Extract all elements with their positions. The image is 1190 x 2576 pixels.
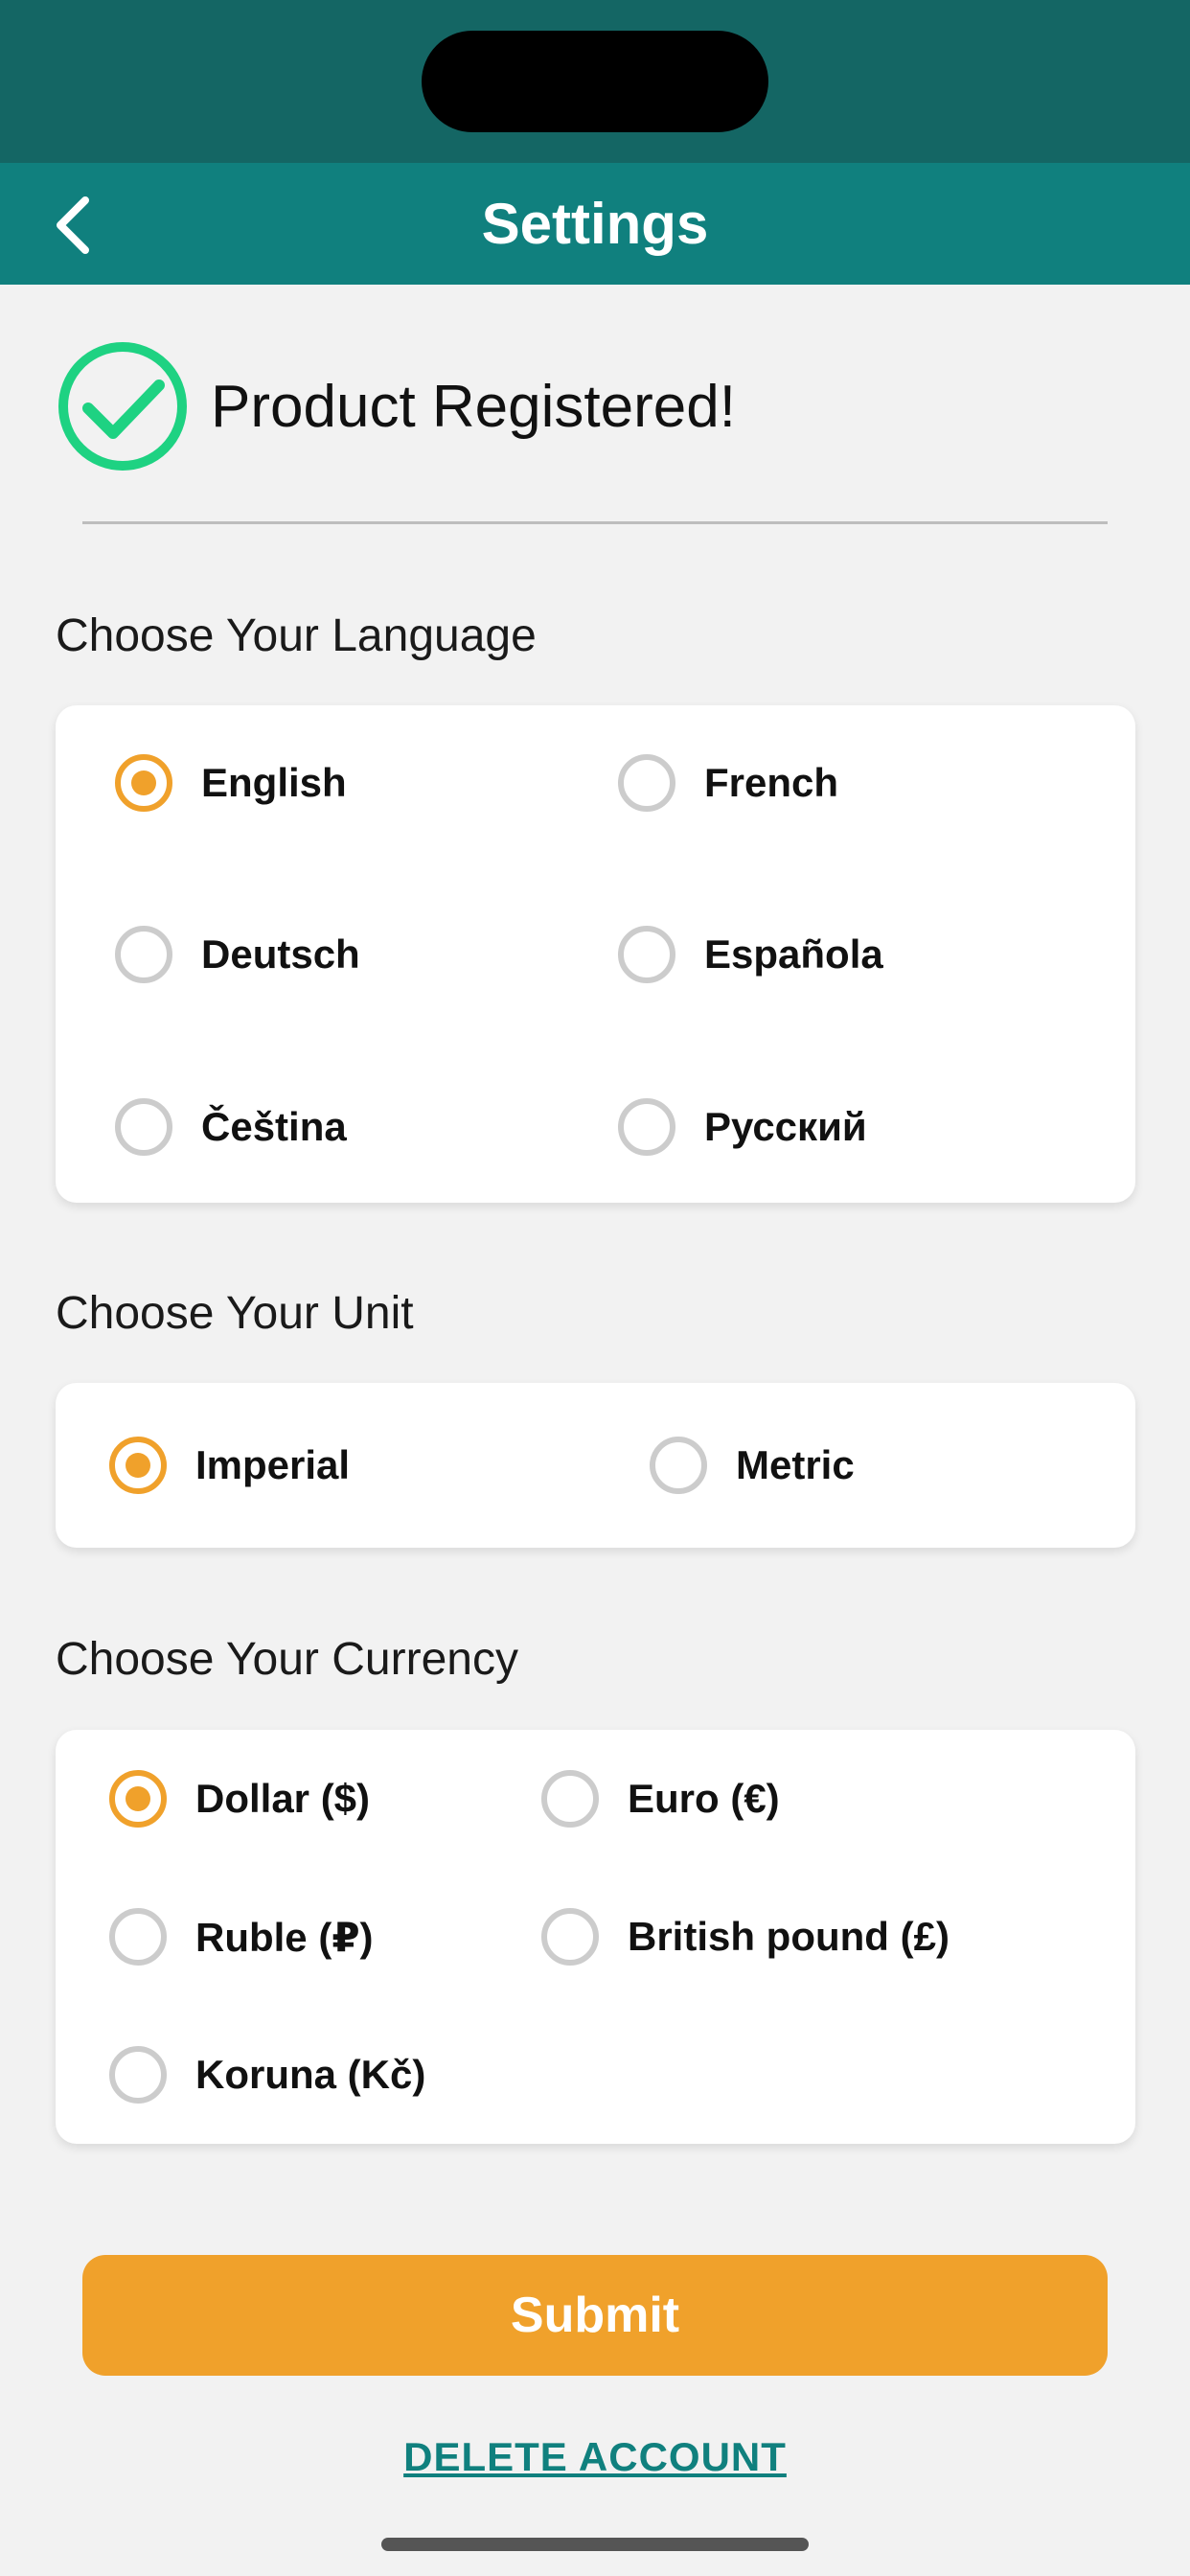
dynamic-island (422, 31, 768, 132)
option-label: Euro (€) (628, 1776, 780, 1821)
currency-option-dollar[interactable]: Dollar ($) (109, 1770, 370, 1828)
submit-button[interactable]: Submit (82, 2255, 1108, 2376)
radio-button[interactable] (115, 926, 172, 983)
registration-status: Product Registered! (56, 339, 736, 473)
option-label: British pound (£) (628, 1914, 950, 1959)
unit-option-imperial[interactable]: Imperial (109, 1437, 350, 1494)
option-label: Dollar ($) (195, 1776, 371, 1821)
radio-button[interactable] (618, 754, 675, 812)
radio-button[interactable] (115, 1098, 172, 1156)
language-option-espanola[interactable]: Española (618, 926, 883, 983)
option-label: Čeština (201, 1104, 347, 1149)
language-option-french[interactable]: French (618, 754, 838, 812)
language-option-deutsch[interactable]: Deutsch (115, 926, 360, 983)
currency-option-euro[interactable]: Euro (€) (541, 1770, 780, 1828)
option-label: English (201, 760, 347, 805)
currency-section-label: Choose Your Currency (56, 1634, 518, 1685)
radio-button[interactable] (109, 1770, 167, 1828)
unit-section-label: Choose Your Unit (56, 1288, 414, 1339)
status-bar (0, 0, 1190, 163)
currency-option-british-pound[interactable]: British pound (£) (541, 1908, 950, 1966)
option-label: Русский (704, 1104, 867, 1149)
option-label: Metric (736, 1442, 855, 1487)
currency-card: Dollar ($) Euro (€) Ruble (₽) British po… (56, 1730, 1135, 2144)
radio-button[interactable] (115, 754, 172, 812)
check-circle-icon (58, 342, 187, 471)
radio-button[interactable] (618, 926, 675, 983)
home-indicator (381, 2538, 809, 2551)
delete-account-link[interactable]: DELETE ACCOUNT (0, 2434, 1190, 2480)
option-label: Koruna (Kč) (195, 2052, 426, 2097)
option-label: Imperial (195, 1442, 351, 1487)
radio-button[interactable] (109, 1437, 167, 1494)
page-title: Settings (481, 192, 709, 256)
chevron-left-icon (57, 196, 89, 254)
radio-button[interactable] (109, 2046, 167, 2104)
radio-button[interactable] (618, 1098, 675, 1156)
language-card: English French Deutsch Española Čeština … (56, 705, 1135, 1203)
option-label: French (704, 760, 839, 805)
option-label: Española (704, 932, 883, 977)
language-option-english[interactable]: English (115, 754, 347, 812)
currency-option-koruna[interactable]: Koruna (Kč) (109, 2046, 425, 2104)
radio-button[interactable] (541, 1908, 599, 1966)
option-label: Deutsch (201, 932, 360, 977)
divider (82, 521, 1108, 524)
radio-button[interactable] (650, 1437, 707, 1494)
unit-card: Imperial Metric (56, 1383, 1135, 1548)
radio-button[interactable] (541, 1770, 599, 1828)
language-section-label: Choose Your Language (56, 610, 537, 661)
registration-message: Product Registered! (211, 373, 736, 440)
unit-option-metric[interactable]: Metric (650, 1437, 855, 1494)
radio-button[interactable] (109, 1908, 167, 1966)
option-label: Ruble (₽) (195, 1914, 374, 1960)
nav-bar: Settings (0, 163, 1190, 285)
language-option-cestina[interactable]: Čeština (115, 1098, 347, 1156)
currency-option-ruble[interactable]: Ruble (₽) (109, 1908, 374, 1966)
back-button[interactable] (29, 182, 115, 268)
language-option-russian[interactable]: Русский (618, 1098, 867, 1156)
